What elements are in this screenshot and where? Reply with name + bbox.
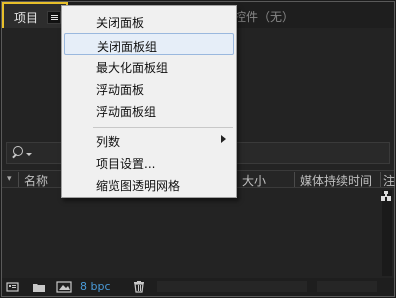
sort-icon[interactable]: ▾ [7, 174, 12, 184]
menu-item-label: 最大化面板组 [96, 61, 169, 75]
column-media-duration[interactable]: 媒体持续时间 [300, 172, 372, 189]
interpret-footage-icon[interactable] [6, 281, 20, 293]
column-name[interactable]: 名称 [24, 172, 48, 189]
project-item-list[interactable] [2, 188, 394, 276]
flowchart-icon[interactable] [381, 191, 391, 201]
submenu-arrow-icon [221, 135, 226, 143]
menu-item-label: 浮动面板 [96, 83, 145, 97]
menu-item-close-panel[interactable]: 关闭面板 [64, 10, 234, 32]
tab-effect-controls[interactable]: 控件（无） [234, 8, 294, 25]
column-separator[interactable] [294, 172, 295, 187]
menu-item-label: 浮动面板组 [96, 105, 157, 119]
column-separator[interactable] [18, 172, 19, 187]
menu-item-project-settings[interactable]: 项目设置... [64, 151, 234, 173]
menu-item-label: 列数 [96, 135, 121, 149]
menu-item-label: 关闭面板 [96, 16, 145, 30]
menu-separator [93, 127, 233, 128]
footer-scroll-track[interactable] [157, 281, 307, 292]
tab-project-label: 项目 [14, 11, 39, 25]
menu-item-undock-panel-group[interactable]: 浮动面板组 [64, 99, 234, 121]
column-comment[interactable]: 注 [383, 172, 395, 189]
menu-item-thumbnail-transparency-grid[interactable]: 缩览图透明网格 [64, 173, 234, 195]
panel-context-menu: 关闭面板 关闭面板组 最大化面板组 浮动面板 浮动面板组 列数 项目设置... … [61, 5, 237, 198]
menu-item-label: 缩览图透明网格 [96, 179, 181, 193]
new-composition-icon[interactable] [56, 281, 72, 293]
new-folder-icon[interactable] [32, 281, 46, 293]
menu-item-label: 关闭面板组 [97, 40, 158, 54]
menu-item-undock-panel[interactable]: 浮动面板 [64, 77, 234, 99]
menu-item-columns[interactable]: 列数 [64, 129, 234, 151]
vertical-scrollbar[interactable] [382, 190, 392, 276]
panel-menu-icon[interactable] [47, 11, 61, 24]
column-size[interactable]: 大小 [242, 172, 266, 189]
search-dropdown-icon[interactable] [26, 153, 32, 156]
menu-item-close-panel-group[interactable]: 关闭面板组 [64, 33, 234, 55]
menu-item-maximize-panel-group[interactable]: 最大化面板组 [64, 55, 234, 77]
bit-depth-button[interactable]: 8 bpc [80, 280, 111, 293]
trash-icon[interactable] [132, 281, 146, 293]
tab-project[interactable]: 项目 [2, 2, 68, 28]
menu-item-label: 项目设置... [96, 157, 156, 171]
footer-scroll-track-right[interactable] [317, 281, 377, 292]
column-separator[interactable] [380, 172, 381, 187]
panel-footer: 8 bpc [2, 278, 394, 296]
